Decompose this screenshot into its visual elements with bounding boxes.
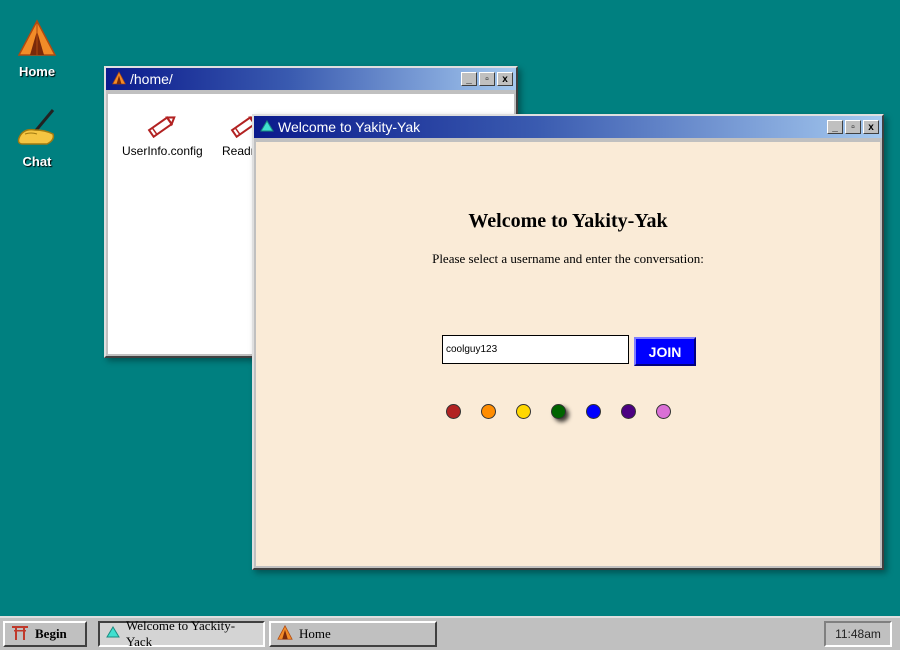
restore-button[interactable]: ▫	[479, 72, 495, 86]
taskbar-item-label: Welcome to Yackity-Yack	[126, 618, 236, 649]
close-button[interactable]: x	[497, 72, 513, 86]
torii-gate-icon	[11, 624, 29, 644]
close-button[interactable]: x	[863, 120, 879, 134]
start-button[interactable]: Begin	[3, 621, 87, 647]
triangle-icon	[260, 119, 274, 135]
file-userinfo-config[interactable]: UserInfo.config	[122, 108, 203, 158]
welcome-instructions: Please select a username and enter the c…	[432, 251, 704, 266]
minimize-button[interactable]: _	[461, 72, 477, 86]
desktop-icon-chat[interactable]: Chat	[0, 104, 74, 169]
tent-icon	[277, 624, 293, 644]
color-option[interactable]	[446, 404, 461, 419]
tent-icon	[112, 70, 126, 88]
color-option[interactable]	[621, 404, 636, 419]
taskbar: Begin Welcome to Yackity-Yack Home 11:48…	[0, 616, 900, 650]
desktop: Home Chat /home/ _ ▫ x UserInfo.config R…	[0, 0, 900, 616]
pencil-icon	[122, 108, 203, 144]
taskbar-item-home[interactable]: Home	[269, 621, 437, 647]
file-label: UserInfo.config	[122, 144, 203, 158]
color-option[interactable]	[481, 404, 496, 419]
color-option[interactable]	[656, 404, 671, 419]
join-button[interactable]: JOIN	[634, 337, 696, 366]
taskbar-item-label: Home	[299, 626, 331, 641]
home-window-titlebar[interactable]: /home/ _ ▫ x	[106, 68, 516, 90]
triangle-icon	[106, 626, 120, 642]
tent-icon	[0, 14, 74, 62]
window-title: Welcome to Yakity-Yak	[278, 119, 421, 135]
username-input[interactable]	[442, 335, 629, 364]
writing-hand-icon	[0, 104, 74, 152]
chat-window-content: Welcome to Yakity-Yak Please select a us…	[256, 142, 880, 566]
taskbar-clock: 11:48am	[824, 621, 892, 647]
color-option[interactable]	[516, 404, 531, 419]
color-picker	[446, 404, 671, 419]
window-title: /home/	[130, 71, 173, 87]
minimize-button[interactable]: _	[827, 120, 843, 134]
chat-window-titlebar[interactable]: Welcome to Yakity-Yak _ ▫ x	[254, 116, 882, 138]
color-option[interactable]	[586, 404, 601, 419]
desktop-icon-label: Home	[18, 64, 56, 79]
welcome-heading: Welcome to Yakity-Yak	[468, 210, 668, 232]
desktop-icon-home[interactable]: Home	[0, 14, 74, 79]
chat-window: Welcome to Yakity-Yak _ ▫ x Welcome to Y…	[252, 114, 884, 570]
taskbar-item-chat[interactable]: Welcome to Yackity-Yack	[98, 618, 265, 649]
desktop-icon-label: Chat	[22, 154, 52, 169]
restore-button[interactable]: ▫	[845, 120, 861, 134]
start-label: Begin	[35, 626, 67, 641]
color-option[interactable]	[551, 404, 566, 419]
